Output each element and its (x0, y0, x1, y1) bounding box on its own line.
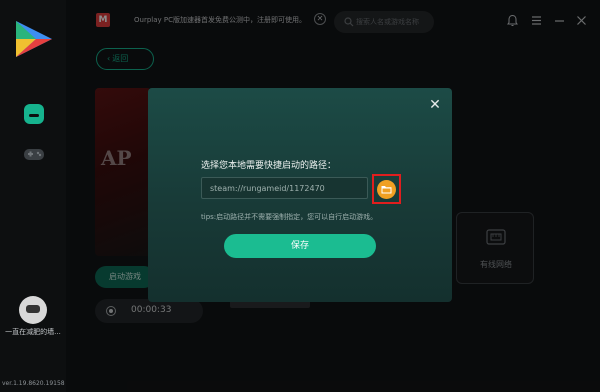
folder-icon (381, 186, 392, 194)
username: 一直在减肥的墙... (5, 328, 61, 336)
dialog-close-button[interactable]: ✕ (428, 98, 442, 112)
avatar[interactable] (19, 296, 47, 324)
path-dialog: ✕ 选择您本地需要快捷启动的路径： tips:启动路径并不需要强制指定，您可以自… (148, 88, 452, 302)
dialog-tip: tips:启动路径并不需要强制指定，您可以自行启动游戏。 (201, 213, 378, 221)
gamepad-icon[interactable] (23, 146, 45, 162)
save-button[interactable]: 保存 (224, 234, 376, 258)
home-icon[interactable] (24, 104, 44, 124)
browse-folder-button[interactable] (377, 180, 396, 199)
path-input[interactable] (201, 177, 368, 199)
dialog-title: 选择您本地需要快捷启动的路径： (201, 161, 337, 171)
sidebar: 一直在减肥的墙... ver.1.19.8620.19158 (0, 0, 66, 392)
highlight-box (372, 174, 401, 204)
version-label: ver.1.19.8620.19158 (2, 380, 65, 387)
app-logo-icon[interactable] (12, 17, 56, 61)
